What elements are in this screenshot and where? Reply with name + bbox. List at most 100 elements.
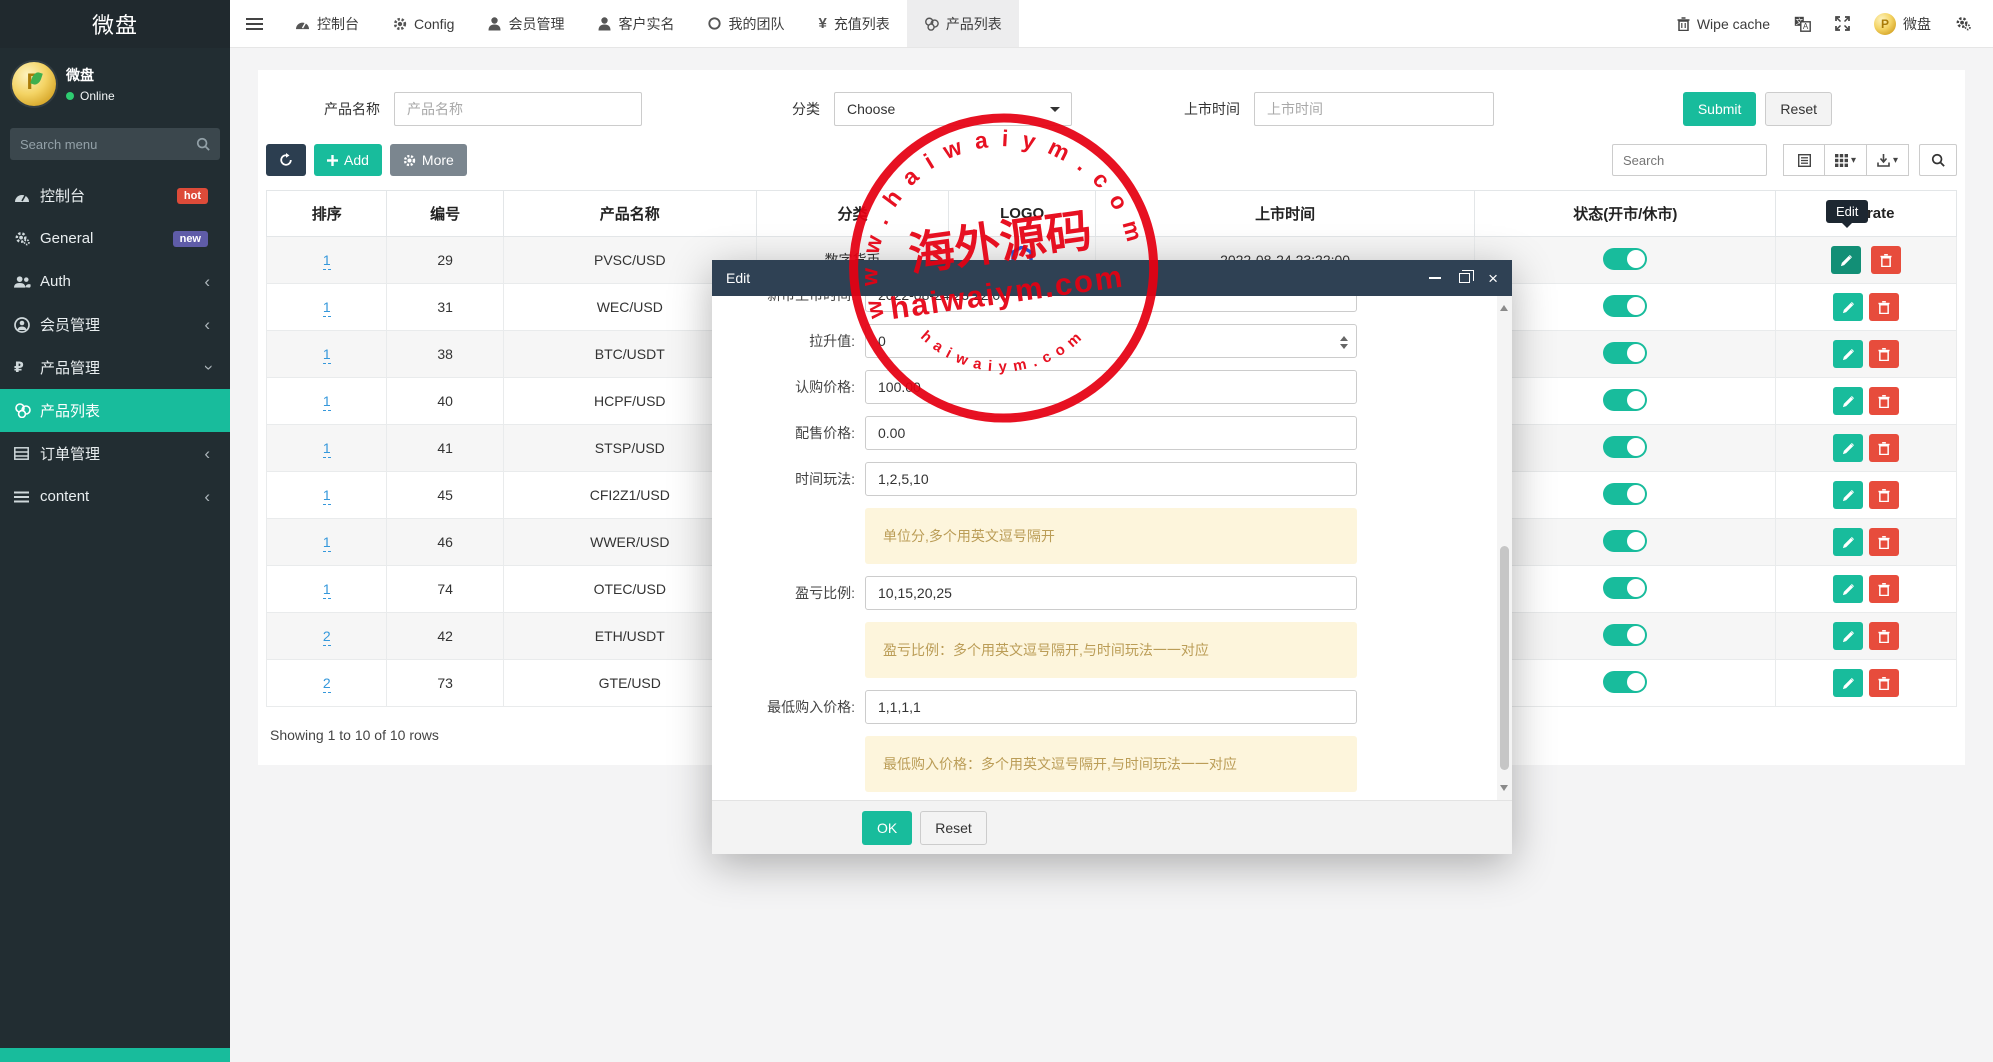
status-toggle[interactable] [1603, 294, 1648, 317]
listing-time-input[interactable] [1254, 92, 1494, 126]
scroll-up-icon[interactable] [1500, 301, 1508, 311]
navbar-user[interactable]: 微盘 [1874, 12, 1931, 35]
sidebar-item-product-list[interactable]: 产品列表 [0, 389, 230, 432]
allot-price-input[interactable] [865, 416, 1357, 450]
edit-button[interactable] [1833, 575, 1864, 603]
nav-tab-dashboard[interactable]: 控制台 [278, 0, 376, 47]
nav-tab-config[interactable]: Config [376, 0, 471, 47]
min-buy-input[interactable] [865, 690, 1357, 724]
sidebar-item-content[interactable]: content ‹ [0, 475, 230, 518]
number-spinner-icon[interactable] [1340, 332, 1348, 353]
wipe-cache-button[interactable]: Wipe cache [1677, 16, 1770, 32]
edit-button[interactable] [1833, 434, 1864, 462]
nav-tab-team[interactable]: 我的团队 [691, 0, 801, 47]
delete-button[interactable] [1869, 293, 1900, 321]
col-time[interactable]: 上市时间 [1094, 190, 1476, 237]
delete-button[interactable] [1871, 246, 1902, 274]
edit-button[interactable] [1833, 481, 1864, 509]
sort-link[interactable]: 1 [322, 440, 331, 458]
sort-link[interactable]: 1 [322, 534, 331, 552]
status-toggle[interactable] [1603, 529, 1648, 552]
status-toggle[interactable] [1603, 482, 1648, 505]
submit-button[interactable]: Submit [1682, 92, 1757, 126]
delete-button[interactable] [1869, 622, 1900, 650]
edit-button[interactable] [1833, 293, 1864, 321]
delete-button[interactable] [1869, 434, 1900, 462]
edit-button[interactable] [1833, 387, 1864, 415]
sidebar-search-input[interactable] [20, 136, 196, 152]
sidebar-footer-bar[interactable] [0, 1048, 230, 1062]
delete-button[interactable] [1869, 481, 1900, 509]
modal-titlebar[interactable]: Edit × [712, 260, 1512, 296]
search-button[interactable] [1919, 144, 1957, 176]
fullscreen-icon[interactable] [1835, 16, 1850, 31]
status-toggle[interactable] [1603, 388, 1648, 411]
status-toggle[interactable] [1603, 435, 1648, 458]
col-category[interactable]: 分类 [755, 190, 950, 237]
scrollbar-thumb[interactable] [1500, 546, 1509, 770]
sort-link[interactable]: 1 [322, 252, 331, 270]
sidebar-item-members[interactable]: 会员管理 ‹ [0, 303, 230, 346]
sidebar-item-product-manage[interactable]: ₽ 产品管理 ‹ [0, 346, 230, 389]
paging-toggle-button[interactable] [1783, 144, 1825, 176]
sort-link[interactable]: 1 [322, 299, 331, 317]
col-id[interactable]: 编号 [386, 190, 504, 237]
time-play-input[interactable] [865, 462, 1357, 496]
scroll-down-icon[interactable] [1500, 785, 1508, 795]
status-toggle[interactable] [1603, 341, 1648, 364]
delete-button[interactable] [1869, 669, 1900, 697]
sort-link[interactable]: 1 [322, 346, 331, 364]
col-sort[interactable]: 排序 [265, 190, 388, 237]
edit-button[interactable] [1833, 528, 1864, 556]
nav-tab-members[interactable]: 会员管理 [471, 0, 581, 47]
sidebar-item-general[interactable]: General new [0, 217, 230, 260]
sort-link[interactable]: 2 [322, 628, 331, 646]
status-toggle[interactable] [1603, 623, 1648, 646]
sidebar-item-dashboard[interactable]: 控制台 hot [0, 174, 230, 217]
columns-button[interactable]: ▾ [1825, 144, 1867, 176]
status-toggle[interactable] [1603, 670, 1648, 693]
minimize-icon[interactable] [1429, 277, 1442, 279]
status-toggle[interactable] [1603, 576, 1648, 599]
delete-button[interactable] [1869, 528, 1900, 556]
maximize-icon[interactable] [1459, 270, 1475, 283]
col-name[interactable]: 产品名称 [502, 190, 757, 237]
pull-value-input[interactable] [865, 324, 1357, 358]
edit-button[interactable] [1833, 340, 1864, 368]
category-select[interactable]: Choose [834, 92, 1072, 126]
modal-scrollbar[interactable] [1497, 296, 1512, 800]
more-button[interactable]: More [389, 144, 467, 176]
listing-time-input[interactable] [865, 296, 1357, 312]
pl-ratio-input[interactable] [865, 576, 1357, 610]
reset-button[interactable]: Reset [1765, 92, 1832, 126]
delete-button[interactable] [1869, 340, 1900, 368]
hamburger-menu-icon[interactable] [230, 0, 278, 47]
translate-icon[interactable]: 文A [1794, 16, 1811, 32]
nav-tab-realname[interactable]: 客户实名 [581, 0, 691, 47]
refresh-button[interactable] [266, 144, 306, 176]
sort-link[interactable]: 2 [322, 675, 331, 693]
nav-tab-product-list[interactable]: 产品列表 [906, 0, 1019, 47]
settings-gears-icon[interactable] [1955, 16, 1971, 31]
col-status[interactable]: 状态(开市/休市) [1474, 190, 1777, 237]
close-icon[interactable]: × [1488, 270, 1498, 287]
nav-tab-recharge[interactable]: ¥ 充值列表 [801, 0, 906, 47]
sort-link[interactable]: 1 [322, 393, 331, 411]
delete-button[interactable] [1869, 387, 1900, 415]
edit-button[interactable] [1833, 669, 1864, 697]
modal-reset-button[interactable]: Reset [920, 810, 987, 845]
add-button[interactable]: Add [314, 144, 382, 176]
edit-button[interactable] [1833, 622, 1864, 650]
table-search-input[interactable] [1612, 144, 1767, 176]
sort-link[interactable]: 1 [322, 487, 331, 505]
export-button[interactable]: ▾ [1867, 144, 1909, 176]
sidebar-item-auth[interactable]: Auth ‹ [0, 260, 230, 303]
edit-button[interactable] [1831, 246, 1862, 274]
ok-button[interactable]: OK [862, 810, 913, 845]
status-toggle[interactable] [1603, 247, 1648, 270]
delete-button[interactable] [1869, 575, 1900, 603]
sort-link[interactable]: 1 [322, 581, 331, 599]
col-logo[interactable]: LOGO [948, 190, 1096, 237]
subscribe-price-input[interactable] [865, 370, 1357, 404]
product-name-input[interactable] [394, 92, 642, 126]
